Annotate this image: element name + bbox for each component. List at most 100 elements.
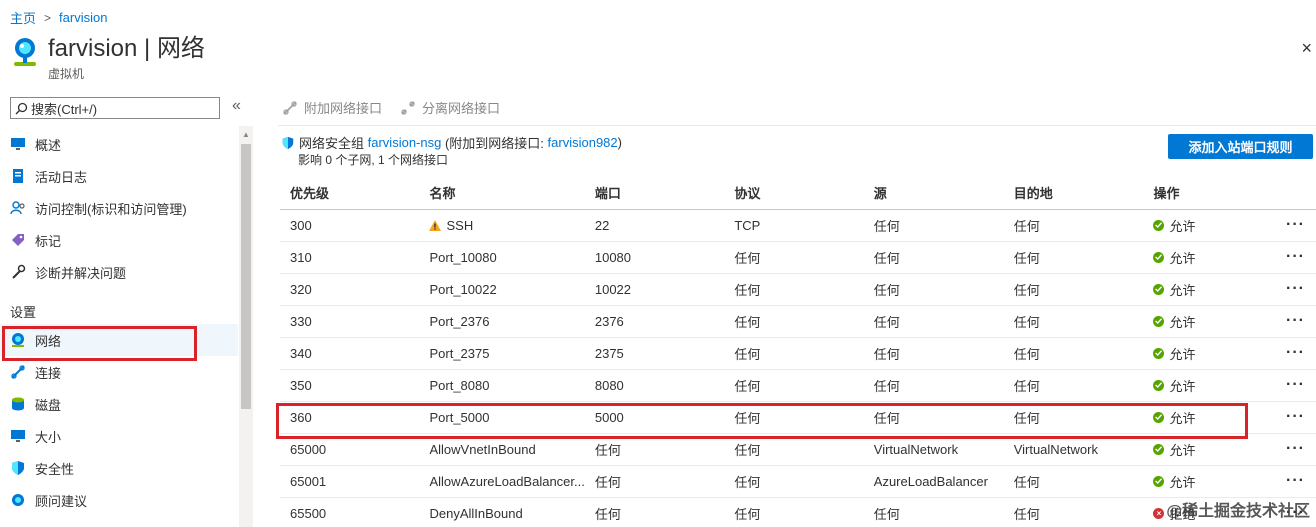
- cell-port-text: 任何: [594, 442, 621, 458]
- sidebar-item-connect[interactable]: 连接: [0, 356, 238, 388]
- scrollbar-thumb[interactable]: [241, 144, 251, 409]
- sidebar-item-disks[interactable]: 磁盘: [0, 388, 238, 420]
- cell-protocol: 任何: [724, 401, 864, 434]
- table-row[interactable]: 65000 AllowVnetInBound 任何 任何 VirtualNetwork V…: [280, 433, 1316, 466]
- cell-name-text: Port_10022: [429, 281, 497, 297]
- table-body: 300 SSH 22 TCP 任何 任何 允许 ··· 310 Port_10080 10080 任何…: [280, 209, 1316, 527]
- nsg-attached-prefix: (附加到网络接口:: [444, 136, 544, 151]
- table-row[interactable]: 350 Port_8080 8080 任何 任何 任何 允许 ···: [280, 369, 1316, 402]
- cell-port: 22: [584, 209, 725, 242]
- column-header-port[interactable]: 端口: [584, 176, 725, 210]
- more-actions-icon[interactable]: ···: [1286, 344, 1305, 361]
- cell-more: ···: [1276, 209, 1316, 242]
- cell-name: SSH: [419, 209, 585, 242]
- sidebar-item-security[interactable]: 安全性: [0, 452, 238, 484]
- more-actions-icon[interactable]: ···: [1286, 216, 1305, 233]
- cell-destination-text: 任何: [1013, 218, 1040, 234]
- sidebar-item-advisor[interactable]: 顾问建议: [0, 484, 238, 516]
- cell-protocol-text: 任何: [734, 250, 761, 266]
- sidebar-item-label: 活动日志: [35, 169, 88, 185]
- cell-destination-text: 任何: [1013, 346, 1040, 362]
- more-actions-icon[interactable]: ···: [1286, 376, 1305, 393]
- cell-protocol: 任何: [724, 465, 864, 498]
- cell-action-text: 允许: [1169, 218, 1196, 234]
- column-header-destination[interactable]: 目的地: [1003, 176, 1144, 210]
- monitor-icon: [10, 136, 26, 152]
- column-header-action[interactable]: 操作: [1143, 176, 1276, 210]
- watermark: @稀土掘金技术社区: [1166, 503, 1310, 520]
- sidebar-item-size[interactable]: 大小: [0, 420, 238, 452]
- table-row[interactable]: 330 Port_2376 2376 任何 任何 任何 允许 ···: [280, 305, 1316, 338]
- sidebar-item-label: 大小: [35, 429, 62, 445]
- sidebar-item-label: 连接: [35, 365, 62, 381]
- sidebar-item-diagnose[interactable]: 诊断并解决问题: [0, 256, 238, 288]
- more-actions-icon[interactable]: ···: [1286, 440, 1305, 457]
- cell-action-text: 允许: [1169, 442, 1196, 458]
- sidebar-item-activity-log[interactable]: 活动日志: [0, 160, 238, 192]
- column-header-name[interactable]: 名称: [419, 176, 585, 210]
- warning-icon: [429, 219, 442, 231]
- deny-icon: ×: [1153, 507, 1165, 519]
- cell-source-text: 任何: [873, 346, 900, 362]
- cell-destination: 任何: [1003, 241, 1144, 274]
- table-row[interactable]: 65001 AllowAzureLoadBalancer... 任何 任何 AzureL…: [280, 465, 1316, 498]
- nsg-name-link[interactable]: farvision-nsg: [368, 135, 442, 150]
- cell-action: 允许: [1143, 433, 1276, 466]
- breadcrumb-home-link[interactable]: 主页: [10, 8, 36, 27]
- sidebar-scrollbar[interactable]: ▲: [239, 126, 253, 527]
- cell-port-text: 8080: [594, 377, 624, 393]
- collapse-sidebar-button[interactable]: «: [232, 97, 241, 115]
- cell-name: Port_10022: [419, 273, 585, 306]
- table-row[interactable]: 340 Port_2375 2375 任何 任何 任何 允许 ···: [280, 337, 1316, 370]
- cell-action-text: 允许: [1169, 378, 1196, 394]
- cell-protocol: 任何: [724, 273, 864, 306]
- table-row[interactable]: 310 Port_10080 10080 任何 任何 任何 允许 ···: [280, 241, 1316, 274]
- sidebar-item-tags[interactable]: 标记: [0, 224, 238, 256]
- attach-nic-button[interactable]: 附加网络接口: [282, 98, 382, 117]
- column-header-protocol[interactable]: 协议: [724, 176, 864, 210]
- cell-priority: 310: [280, 241, 420, 274]
- allow-check-icon: [1153, 251, 1165, 263]
- cell-more: ···: [1276, 337, 1316, 370]
- column-header-source[interactable]: 源: [863, 176, 1004, 210]
- sidebar-section-settings: 设置: [10, 304, 37, 320]
- detach-icon: [401, 100, 415, 115]
- toolbar-divider: [278, 125, 1316, 126]
- table-row[interactable]: 360 Port_5000 5000 任何 任何 任何 允许 ···: [280, 401, 1316, 434]
- scroll-up-icon[interactable]: ▲: [242, 130, 250, 139]
- cell-port-text: 2376: [594, 313, 624, 329]
- more-actions-icon[interactable]: ···: [1286, 248, 1305, 265]
- breadcrumb-current-link[interactable]: farvision: [59, 10, 107, 25]
- nic-name-link[interactable]: farvision982: [548, 135, 618, 150]
- add-inbound-rule-button[interactable]: 添加入站端口规则: [1168, 134, 1313, 159]
- close-icon[interactable]: ×: [1301, 38, 1312, 59]
- nsg-attached-suffix: ): [617, 135, 622, 150]
- cell-name-text: DenyAllInBound: [429, 505, 523, 521]
- cell-destination: 任何: [1003, 401, 1144, 434]
- allow-check-icon: [1153, 219, 1165, 231]
- allow-check-icon: [1153, 443, 1165, 455]
- cell-destination-text: 任何: [1013, 410, 1040, 426]
- search-input[interactable]: 搜索(Ctrl+/): [10, 97, 220, 119]
- column-header-priority[interactable]: 优先级: [280, 176, 420, 210]
- allow-check-icon: [1153, 475, 1165, 487]
- cell-action: 允许: [1143, 401, 1276, 434]
- sidebar-item-overview[interactable]: 概述: [0, 128, 238, 160]
- cell-port: 任何: [584, 433, 725, 466]
- table-row[interactable]: 320 Port_10022 10022 任何 任何 任何 允许 ···: [280, 273, 1316, 306]
- sidebar-item-networking[interactable]: 网络: [0, 324, 238, 356]
- cell-more: ···: [1276, 273, 1316, 306]
- nsg-impact-text: 影响 0 个子网, 1 个网络接口: [298, 153, 449, 167]
- table-row[interactable]: 65500 DenyAllInBound 任何 任何 任何 任何 × 拒绝 ···: [280, 497, 1316, 527]
- table-row[interactable]: 300 SSH 22 TCP 任何 任何 允许 ···: [280, 209, 1316, 242]
- sidebar-item-access-control[interactable]: 访问控制(标识和访问管理): [0, 192, 238, 224]
- more-actions-icon[interactable]: ···: [1286, 312, 1305, 329]
- cell-priority-text: 360: [290, 409, 312, 425]
- cell-priority: 330: [280, 305, 420, 338]
- more-actions-icon[interactable]: ···: [1286, 280, 1305, 297]
- cell-action: 允许: [1143, 209, 1276, 242]
- more-actions-icon[interactable]: ···: [1286, 408, 1305, 425]
- more-actions-icon[interactable]: ···: [1286, 472, 1305, 489]
- cell-action-text: 允许: [1169, 282, 1196, 298]
- detach-nic-button[interactable]: 分离网络接口: [400, 98, 500, 117]
